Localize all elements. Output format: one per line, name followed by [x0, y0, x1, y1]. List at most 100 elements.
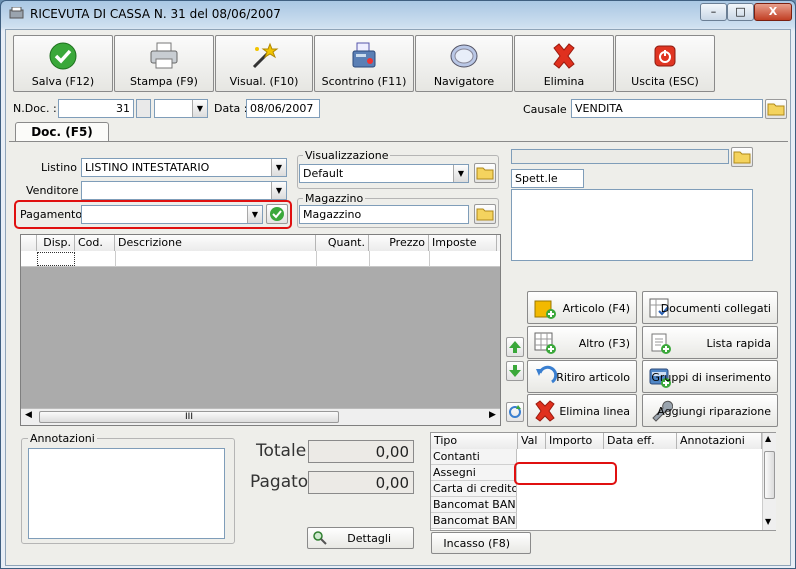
articolo-button[interactable]: Articolo (F4) [527, 291, 637, 324]
grid-cell-focus[interactable] [37, 252, 75, 266]
move-down-button[interactable] [506, 361, 524, 381]
documenti-collegati-button[interactable]: Documenti collegati [642, 291, 778, 324]
customer-search-input[interactable] [511, 149, 729, 164]
pagamento-label: Pagamento : [20, 208, 90, 221]
grid-header-indicator [21, 235, 37, 251]
pagato-value: 0,00 [308, 471, 414, 494]
customer-folder-button[interactable] [731, 147, 753, 167]
items-grid[interactable]: Disp. Cod. Descrizione Quant. Prezzo Imp… [20, 234, 501, 426]
grid-header-prezzo[interactable]: Prezzo [369, 235, 429, 251]
payments-header-importo[interactable]: Importo [546, 433, 604, 449]
payments-header-data-eff[interactable]: Data eff. [604, 433, 677, 449]
folder-icon [767, 103, 785, 116]
altro-button[interactable]: Altro (F3) [527, 326, 637, 359]
pagamento-select[interactable]: ▼ [81, 205, 263, 224]
printer-icon [150, 42, 178, 69]
app-window: RICEVUTA DI CASSA N. 31 del 08/06/2007 –… [0, 0, 796, 569]
refresh-icon [509, 405, 521, 418]
customer-title-input[interactable]: Spett.le [511, 169, 584, 188]
magazzino-input[interactable]: Magazzino [299, 205, 469, 224]
annotazioni-label: Annotazioni [28, 432, 97, 445]
ndoc-series-select[interactable]: ▼ [154, 99, 208, 118]
chevron-down-icon: ▼ [247, 206, 262, 223]
payments-header-tipo[interactable]: Tipo [431, 433, 518, 449]
magnifier-icon [313, 531, 327, 545]
compass-icon [450, 44, 478, 68]
scroll-up-icon[interactable]: ▲ [765, 434, 771, 443]
minimize-button[interactable]: – [700, 3, 727, 21]
checkmark-icon [49, 42, 77, 70]
magic-wand-icon [252, 42, 279, 69]
payments-vscrollbar[interactable]: ▲ ▼ [762, 433, 776, 530]
date-input[interactable]: 08/06/2007 [246, 99, 320, 118]
scroll-right-icon[interactable]: ▶ [489, 410, 496, 420]
causale-folder-button[interactable] [765, 99, 787, 119]
list-item[interactable]: Assegni [431, 465, 517, 481]
venditore-label: Venditore : [26, 184, 86, 197]
lista-rapida-button[interactable]: Lista rapida [642, 326, 778, 359]
causale-input[interactable]: VENDITA [571, 99, 763, 118]
move-up-button[interactable] [506, 337, 524, 357]
payments-header-annotazioni[interactable]: Annotazioni [677, 433, 762, 449]
quick-list-icon [651, 333, 671, 354]
refresh-button[interactable] [506, 402, 524, 422]
data-label: Data : [214, 102, 248, 115]
elimina-linea-button[interactable]: Elimina linea [527, 394, 637, 427]
folder-icon [476, 167, 494, 180]
maximize-button[interactable]: □ [727, 3, 754, 21]
aggiungi-riparazione-button[interactable]: Aggiungi riparazione [642, 394, 778, 427]
listino-select[interactable]: LISTINO INTESTATARIO ▼ [81, 158, 287, 177]
chevron-down-icon: ▼ [271, 159, 286, 176]
scroll-thumb[interactable] [764, 451, 775, 499]
grid-header-imposte[interactable]: Imposte [429, 235, 497, 251]
print-button[interactable]: Stampa (F9) [114, 35, 214, 92]
exit-button[interactable]: Uscita (ESC) [615, 35, 715, 92]
receipt-button[interactable]: Scontrino (F11) [314, 35, 414, 92]
visualizzazione-folder-button[interactable] [474, 163, 496, 183]
gruppi-inserimento-button[interactable]: Gruppi di inserimento [642, 360, 778, 393]
close-window-button[interactable]: X [754, 3, 792, 21]
ndoc-input[interactable]: 31 [58, 99, 134, 118]
totale-value: 0,00 [308, 440, 414, 463]
dettagli-button[interactable]: Dettagli [307, 527, 414, 549]
importo-highlight [514, 462, 617, 485]
pagato-label: Pagato [250, 472, 309, 492]
causale-label: Causale : [523, 103, 574, 116]
magazzino-label: Magazzino [303, 192, 366, 205]
list-item[interactable]: Bancomat BANC. [431, 497, 517, 513]
visualizzazione-select[interactable]: Default ▼ [299, 164, 469, 183]
cash-register-icon [352, 42, 376, 68]
preview-button[interactable]: Visual. (F10) [215, 35, 313, 92]
grid-add-icon [534, 332, 556, 354]
folder-icon [476, 208, 494, 221]
list-item[interactable]: Carta di credito [431, 481, 517, 497]
grid-hscrollbar[interactable]: ◀ III ▶ [21, 408, 500, 425]
ritiro-articolo-button[interactable]: Ritiro articolo [527, 360, 637, 393]
customer-address-area[interactable] [511, 189, 753, 261]
annotazioni-textarea[interactable] [28, 448, 225, 539]
delete-button[interactable]: Elimina [514, 35, 614, 92]
table-row[interactable] [21, 251, 500, 267]
list-item[interactable]: Contanti [431, 449, 517, 465]
tab-doc[interactable]: Doc. (F5) [15, 122, 109, 142]
grid-header: Disp. Cod. Descrizione Quant. Prezzo Imp… [21, 235, 500, 251]
grid-header-cod[interactable]: Cod. [75, 235, 115, 251]
grid-header-disp[interactable]: Disp. [37, 235, 75, 251]
red-x-icon [553, 43, 575, 69]
grid-header-quant[interactable]: Quant. [316, 235, 369, 251]
pagamento-confirm-button[interactable] [266, 204, 288, 224]
payments-header-val[interactable]: Val [518, 433, 546, 449]
scroll-thumb[interactable]: III [39, 411, 339, 423]
power-icon [654, 45, 676, 67]
scroll-down-icon[interactable]: ▼ [765, 517, 771, 526]
listino-label: Listino : [41, 161, 85, 174]
scroll-left-icon[interactable]: ◀ [25, 410, 32, 420]
ndoc-suffix-button[interactable] [136, 99, 151, 118]
magazzino-folder-button[interactable] [474, 204, 496, 224]
navigator-button[interactable]: Navigatore [415, 35, 513, 92]
grid-header-descrizione[interactable]: Descrizione [115, 235, 316, 251]
list-item[interactable]: Bancomat BANC. [431, 513, 517, 529]
save-button[interactable]: Salva (F12) [13, 35, 113, 92]
venditore-select[interactable]: ▼ [81, 181, 287, 200]
incasso-button[interactable]: Incasso (F8) [431, 532, 531, 554]
